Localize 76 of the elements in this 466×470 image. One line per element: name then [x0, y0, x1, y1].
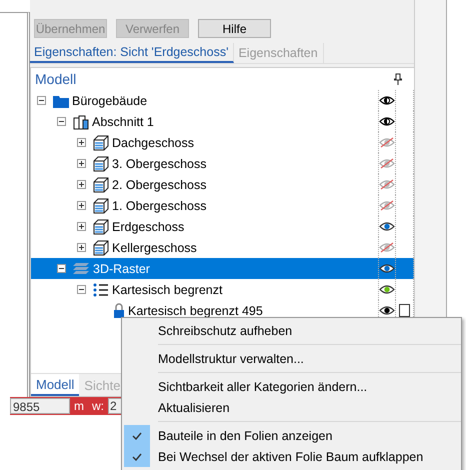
menu-item-label: Bauteile in den Folien anzeigen	[158, 428, 332, 442]
list-icon	[93, 282, 109, 296]
folder-icon	[53, 94, 69, 108]
collapse-icon[interactable]	[37, 96, 46, 105]
bottom-tab[interactable]: Modell	[31, 374, 80, 396]
unit-label: m	[74, 399, 84, 413]
floor-block-icon	[93, 134, 109, 150]
floor-block-icon	[93, 176, 109, 192]
tree-label: Kellergeschoss	[112, 240, 198, 254]
menu-item-label: Aktualisieren	[158, 400, 230, 414]
tree-row[interactable]: 3D-Raster	[31, 258, 414, 279]
eye-icon[interactable]	[379, 116, 395, 127]
collapse-icon[interactable]	[57, 117, 66, 126]
eye-icon[interactable]	[379, 305, 395, 316]
expand-icon[interactable]	[77, 243, 86, 252]
check-icon	[132, 432, 142, 440]
expand-icon[interactable]	[77, 159, 86, 168]
field-label: w:	[92, 399, 104, 413]
tree-row[interactable]: 3. Obergeschoss	[31, 153, 414, 174]
menu-item[interactable]: Sichtbarkeit aller Kategorien ändern...	[124, 376, 461, 397]
tree-row[interactable]: Dachgeschoss	[31, 132, 414, 153]
layers-icon	[73, 262, 90, 275]
panel-tab[interactable]: Eigenschaften: Sicht 'Erdgeschoss'	[30, 43, 234, 63]
menu-item-label: Schreibschutz aufheben	[158, 324, 292, 338]
tree-label: 1. Obergeschoss	[112, 198, 208, 212]
tree-label: Bürogebäude	[72, 94, 148, 108]
tree-label: Kartesisch begrenzt	[112, 282, 224, 296]
tree-label: Dachgeschoss	[112, 136, 195, 150]
expand-icon[interactable]	[77, 201, 86, 210]
menu-item[interactable]: Modellstruktur verwalten...	[124, 348, 461, 369]
coordinate-field[interactable]: 2	[108, 398, 122, 414]
collapse-icon[interactable]	[57, 264, 66, 273]
panel-title: Modell	[35, 71, 78, 87]
eye-icon[interactable]	[379, 284, 395, 295]
tree-label: 3. Obergeschoss	[112, 156, 208, 170]
tree-row[interactable]: Kartesisch begrenzt	[31, 279, 414, 300]
eye-icon[interactable]	[379, 221, 395, 232]
pin-icon[interactable]	[394, 73, 402, 85]
expand-icon[interactable]	[77, 222, 86, 231]
tree-row[interactable]: 2. Obergeschoss	[31, 174, 414, 195]
menu-item[interactable]: Bei Wechsel der aktiven Folie Baum aufklappen	[124, 446, 461, 467]
collapse-icon[interactable]	[77, 285, 86, 294]
menu-item-label: Sichtbarkeit aller Kategorien ändern...	[158, 380, 368, 394]
tree-label: 3D-Raster	[93, 262, 151, 276]
tree-row[interactable]: 1. Obergeschoss	[31, 195, 414, 216]
hidden-eye-icon[interactable]	[379, 200, 395, 211]
expand-icon[interactable]	[77, 180, 86, 189]
floor-block-icon	[93, 240, 109, 256]
eye-icon[interactable]	[379, 95, 395, 106]
hidden-eye-icon[interactable]	[379, 242, 395, 253]
tree-row[interactable]: Abschnitt 1	[31, 111, 414, 132]
coordinate-field[interactable]: 9855	[10, 398, 70, 414]
menu-item[interactable]: Schreibschutz aufheben	[124, 320, 461, 341]
tree-label: Erdgeschoss	[112, 220, 186, 234]
expand-icon[interactable]	[77, 138, 86, 147]
eye-icon[interactable]	[379, 263, 395, 274]
tree-label: 2. Obergeschoss	[112, 178, 208, 192]
tree-row[interactable]: Erdgeschoss	[31, 216, 414, 237]
menu-item[interactable]: Bauteile in den Folien anzeigen	[124, 425, 461, 446]
floor-block-icon	[93, 218, 109, 234]
tree-row[interactable]: Bürogebäude	[31, 90, 414, 111]
check-icon	[132, 452, 142, 460]
hidden-eye-icon[interactable]	[379, 158, 395, 169]
menu-item-label: Modellstruktur verwalten...	[158, 352, 304, 366]
floor-block-icon	[93, 198, 109, 214]
floor-block-icon	[93, 156, 109, 172]
hidden-eye-icon[interactable]	[379, 179, 395, 190]
hidden-eye-icon[interactable]	[379, 137, 395, 148]
menu-item[interactable]: Aktualisieren	[124, 397, 461, 418]
menu-item-label: Bei Wechsel der aktiven Folie Baum aufklappen	[158, 450, 424, 464]
building-blocks-icon	[73, 114, 89, 130]
checkbox[interactable]	[399, 304, 410, 317]
lock-icon	[113, 303, 125, 318]
toolbar-button[interactable]: Hilfe	[198, 19, 271, 38]
tree-label: Kartesisch begrenzt 495	[128, 304, 264, 318]
tree-label: Abschnitt 1	[92, 114, 155, 128]
